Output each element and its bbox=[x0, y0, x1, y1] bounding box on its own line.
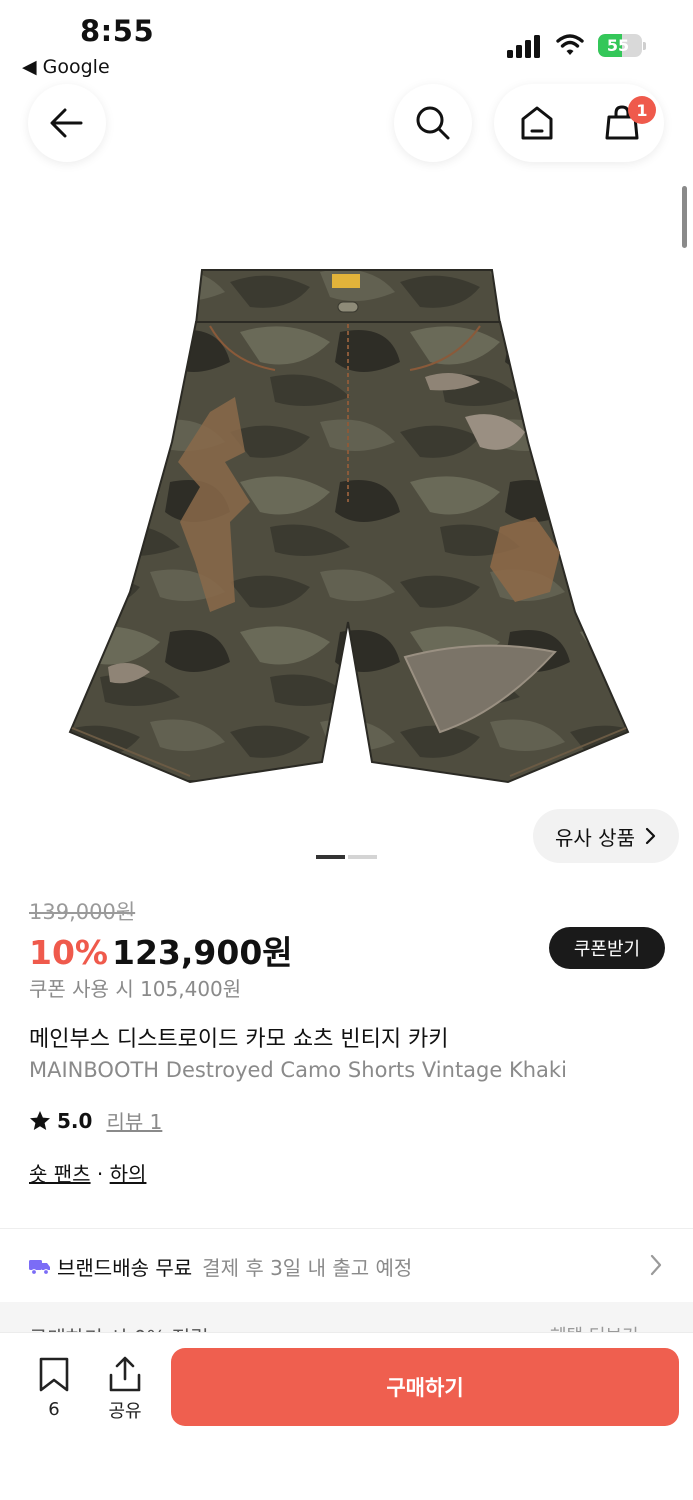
pagination-dot bbox=[316, 855, 345, 859]
home-button[interactable] bbox=[494, 84, 579, 162]
similar-products-button[interactable]: 유사 상품 bbox=[533, 809, 679, 863]
cellular-signal-icon bbox=[507, 34, 543, 58]
battery-level: 55 bbox=[606, 36, 630, 55]
scroll-indicator bbox=[682, 186, 687, 248]
section-divider bbox=[0, 1228, 693, 1229]
price-row: 10% 123,900원 bbox=[29, 926, 293, 972]
status-time: 8:55 bbox=[80, 14, 155, 48]
battery-icon: 55 bbox=[598, 34, 646, 57]
search-icon bbox=[416, 106, 450, 140]
bottom-action-bar: 6 공유 구매하기 bbox=[0, 1332, 693, 1500]
product-image[interactable] bbox=[60, 262, 640, 792]
arrow-left-icon bbox=[50, 108, 83, 138]
rating-row: 5.0 리뷰 1 bbox=[29, 1106, 162, 1135]
product-title-en: MAINBOOTH Destroyed Camo Shorts Vintage … bbox=[29, 1058, 567, 1082]
cart-button[interactable] bbox=[579, 84, 664, 162]
discount-rate: 10% bbox=[29, 933, 108, 972]
chevron-right-icon[interactable] bbox=[649, 1253, 663, 1277]
shipping-info-row[interactable]: 브랜드배송 무료 결제 후 3일 내 출고 예정 bbox=[29, 1251, 412, 1281]
category-breadcrumb: 숏 팬츠 · 하의 bbox=[29, 1158, 146, 1187]
search-button[interactable] bbox=[394, 84, 472, 162]
buy-button[interactable]: 구매하기 bbox=[171, 1348, 679, 1426]
category-bottoms-link[interactable]: 하의 bbox=[110, 1162, 147, 1186]
get-coupon-button[interactable]: 쿠폰받기 bbox=[549, 927, 665, 969]
points-text: 구매하기 시 0% 적립 bbox=[29, 1322, 209, 1332]
rating-score: 5.0 bbox=[57, 1108, 93, 1133]
category-separator: · bbox=[96, 1162, 104, 1186]
wishlist-count: 6 bbox=[48, 1399, 60, 1420]
back-to-app-link[interactable]: ◀ Google bbox=[22, 56, 110, 78]
coupon-price: 쿠폰 사용 시 105,400원 bbox=[29, 977, 242, 1001]
wifi-icon bbox=[556, 34, 584, 55]
similar-products-label: 유사 상품 bbox=[555, 825, 635, 850]
share-icon bbox=[109, 1356, 141, 1392]
sale-price: 123,900원 bbox=[112, 933, 293, 972]
star-icon bbox=[30, 1110, 50, 1130]
bookmark-icon bbox=[39, 1357, 69, 1392]
pagination-dot bbox=[348, 855, 377, 859]
image-pagination bbox=[316, 855, 378, 859]
status-bar: 8:55 ◀ Google 55 bbox=[0, 0, 693, 80]
benefits-more-link[interactable]: 혜택 더보기 bbox=[550, 1322, 639, 1332]
chevron-right-icon bbox=[645, 827, 656, 845]
delivery-truck-icon bbox=[29, 1260, 50, 1275]
share-button[interactable]: 공유 bbox=[103, 1355, 147, 1423]
category-shorts-link[interactable]: 숏 팬츠 bbox=[29, 1162, 91, 1186]
shipping-label: 브랜드배송 무료 bbox=[57, 1255, 193, 1280]
back-button[interactable] bbox=[28, 84, 106, 162]
cart-count-badge: 1 bbox=[628, 96, 656, 124]
wishlist-button[interactable]: 6 bbox=[34, 1357, 74, 1420]
product-title-ko: 메인부스 디스트로이드 카모 쇼츠 빈티지 카키 bbox=[29, 1027, 449, 1052]
review-link[interactable]: 리뷰 1 bbox=[106, 1106, 162, 1135]
shipping-note: 결제 후 3일 내 출고 예정 bbox=[202, 1255, 413, 1280]
original-price: 139,000원 bbox=[29, 900, 136, 924]
share-label: 공유 bbox=[108, 1401, 142, 1422]
benefits-band: 구매하기 시 0% 적립 혜택 더보기 bbox=[0, 1302, 693, 1332]
home-icon bbox=[521, 106, 552, 140]
